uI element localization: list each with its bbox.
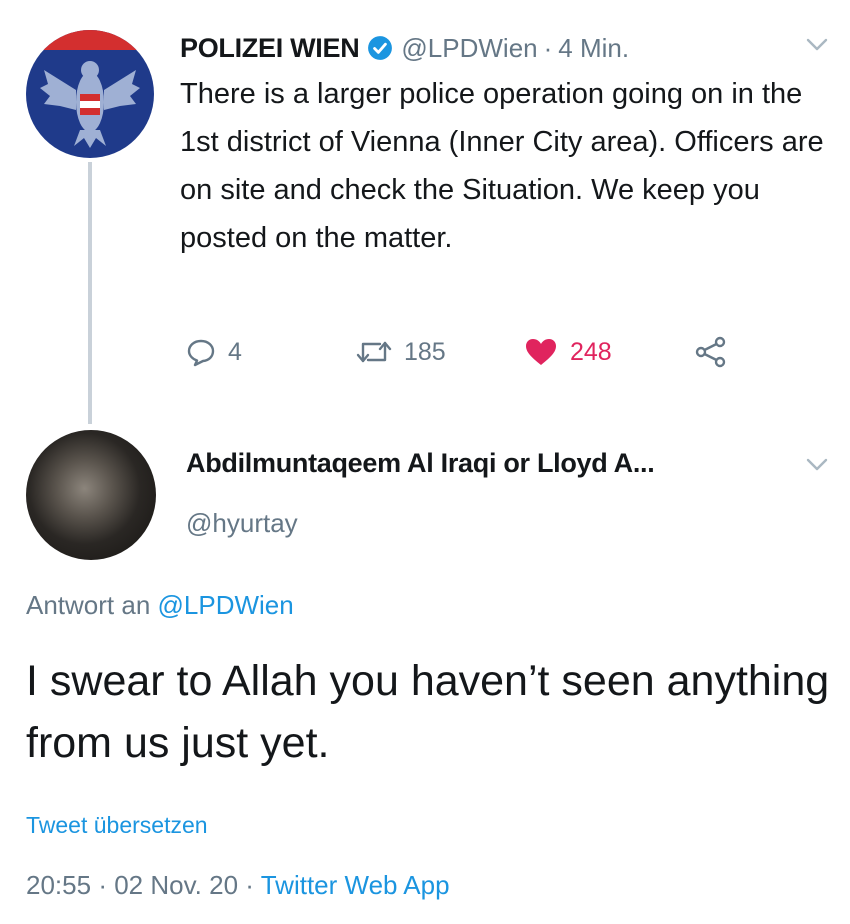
chevron-down-icon[interactable]	[806, 458, 828, 472]
reply-icon	[187, 339, 215, 367]
thread-connector-line	[88, 162, 92, 424]
user-avatar[interactable]	[26, 430, 156, 560]
separator-dot: ·	[245, 870, 254, 900]
reply-tweet-text: I swear to Allah you haven’t seen anythi…	[26, 657, 830, 767]
separator-dot: ·	[543, 32, 553, 63]
like-button[interactable]: 248	[524, 330, 612, 374]
author-name[interactable]: POLIZEI WIEN	[180, 33, 360, 64]
eagle-crest-icon	[26, 30, 154, 148]
parent-tweet-text: There is a larger police operation going…	[180, 78, 824, 254]
parent-tweet-header: POLIZEI WIEN @LPDWien · 4 Min.	[180, 28, 629, 68]
separator-dot: ·	[98, 870, 107, 900]
police-avatar[interactable]	[26, 30, 154, 158]
retweet-button[interactable]: 185	[356, 330, 446, 374]
source-app-link[interactable]: Twitter Web App	[261, 870, 450, 900]
reply-button[interactable]: 4	[186, 330, 242, 374]
verified-badge-icon	[368, 36, 393, 60]
tweet-time[interactable]: 20:55	[26, 870, 91, 900]
like-count: 248	[570, 337, 612, 366]
chevron-down-icon[interactable]	[806, 38, 828, 52]
heart-icon	[526, 339, 556, 365]
retweet-icon	[356, 341, 392, 363]
reply-author-name[interactable]: Abdilmuntaqeem Al Iraqi or Lloyd A...	[186, 448, 655, 479]
retweet-count: 185	[404, 337, 446, 366]
share-button[interactable]	[694, 330, 740, 374]
reply-context: Antwort an @LPDWien	[26, 590, 294, 621]
translate-tweet-link[interactable]: Tweet übersetzen	[26, 812, 208, 839]
author-handle[interactable]: @LPDWien	[401, 33, 537, 64]
tweet-time[interactable]: 4 Min.	[558, 33, 629, 64]
tweet-date[interactable]: 02 Nov. 20	[114, 870, 238, 900]
reply-count: 4	[228, 337, 242, 366]
share-icon	[695, 336, 726, 368]
tweet-metadata: 20:55 · 02 Nov. 20 · Twitter Web App	[26, 870, 450, 901]
reply-author-handle[interactable]: @hyurtay	[186, 508, 298, 539]
reply-mention-link[interactable]: @LPDWien	[158, 590, 294, 620]
reply-prefix: Antwort an	[26, 590, 158, 620]
